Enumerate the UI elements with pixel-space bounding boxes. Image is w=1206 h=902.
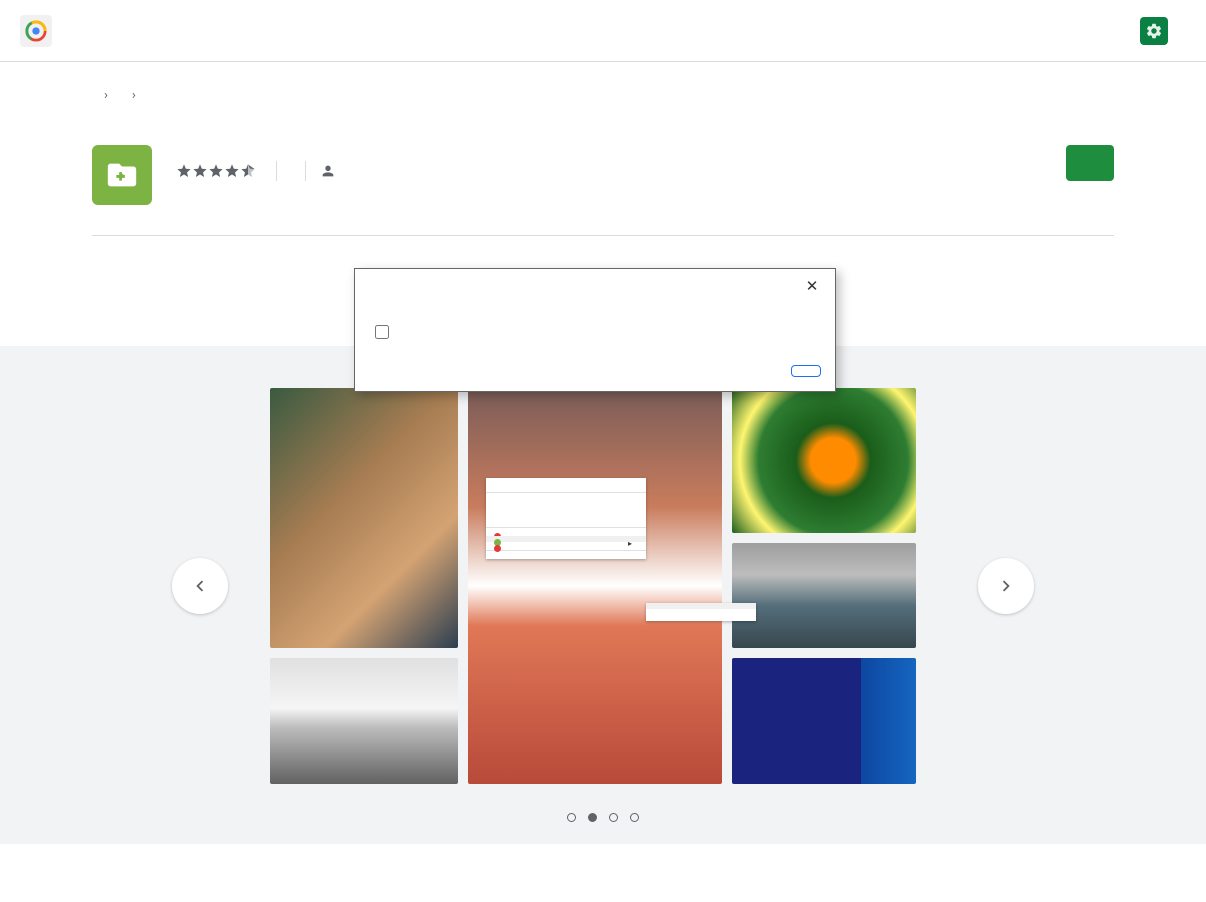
- rating-stars[interactable]: [176, 163, 262, 179]
- header-left: [20, 15, 68, 47]
- ctx-item: [486, 484, 646, 490]
- gallery-dot[interactable]: [609, 813, 618, 822]
- dialog-body: [355, 303, 835, 355]
- gallery-main: ▸ ▸: [468, 388, 722, 784]
- extension-icon: [92, 145, 152, 205]
- chevron-left-icon: [189, 575, 211, 597]
- gallery-next-button[interactable]: [978, 558, 1034, 614]
- star-half-icon: [240, 163, 256, 179]
- checkbox-input[interactable]: [375, 325, 389, 339]
- ctx-sub-item: [646, 615, 756, 621]
- ok-button[interactable]: [791, 365, 821, 377]
- screenshot-gallery: ▸ ▸: [0, 346, 1206, 844]
- user-count: [320, 163, 344, 179]
- ctx-item: [486, 542, 646, 548]
- person-icon: [320, 163, 336, 179]
- ctx-item: [486, 519, 646, 525]
- install-dialog: ✕: [354, 268, 836, 392]
- gallery-thumb: [732, 543, 916, 648]
- store-header: [0, 0, 1206, 62]
- chevron-right-icon: [995, 575, 1017, 597]
- install-button[interactable]: [1066, 145, 1114, 181]
- close-icon[interactable]: ✕: [803, 277, 821, 295]
- prevent-dialogs-checkbox[interactable]: [375, 325, 815, 339]
- gallery-dot-active[interactable]: [588, 813, 597, 822]
- star-icon: [224, 163, 240, 179]
- divider: [305, 161, 306, 181]
- dialog-header: ✕: [355, 269, 835, 303]
- divider: [276, 161, 277, 181]
- gallery-prev-button[interactable]: [172, 558, 228, 614]
- gallery-thumb: [732, 658, 916, 784]
- gallery-thumb: [732, 388, 916, 533]
- context-menu: ▸ ▸: [486, 478, 646, 559]
- chrome-store-logo-icon: [20, 15, 52, 47]
- extension-header: [92, 117, 1114, 236]
- dialog-footer: [355, 355, 835, 391]
- chevron-right-icon: ›: [132, 88, 136, 103]
- settings-icon[interactable]: [1140, 17, 1168, 45]
- extension-info: [176, 141, 1066, 181]
- ctx-item: [486, 553, 646, 559]
- context-submenu: [646, 603, 756, 621]
- extension-meta: [176, 161, 1066, 181]
- gallery-thumb: [270, 388, 458, 648]
- gallery-dots: [567, 813, 639, 822]
- star-icon: [192, 163, 208, 179]
- gallery-grid: ▸ ▸: [270, 388, 914, 788]
- breadcrumb: › ›: [92, 62, 1114, 117]
- gallery-thumb: [270, 658, 458, 784]
- gallery-dot[interactable]: [630, 813, 639, 822]
- gallery-dot[interactable]: [567, 813, 576, 822]
- chevron-right-icon: ›: [104, 88, 108, 103]
- star-icon: [208, 163, 224, 179]
- header-right: [1140, 17, 1186, 45]
- star-icon: [176, 163, 192, 179]
